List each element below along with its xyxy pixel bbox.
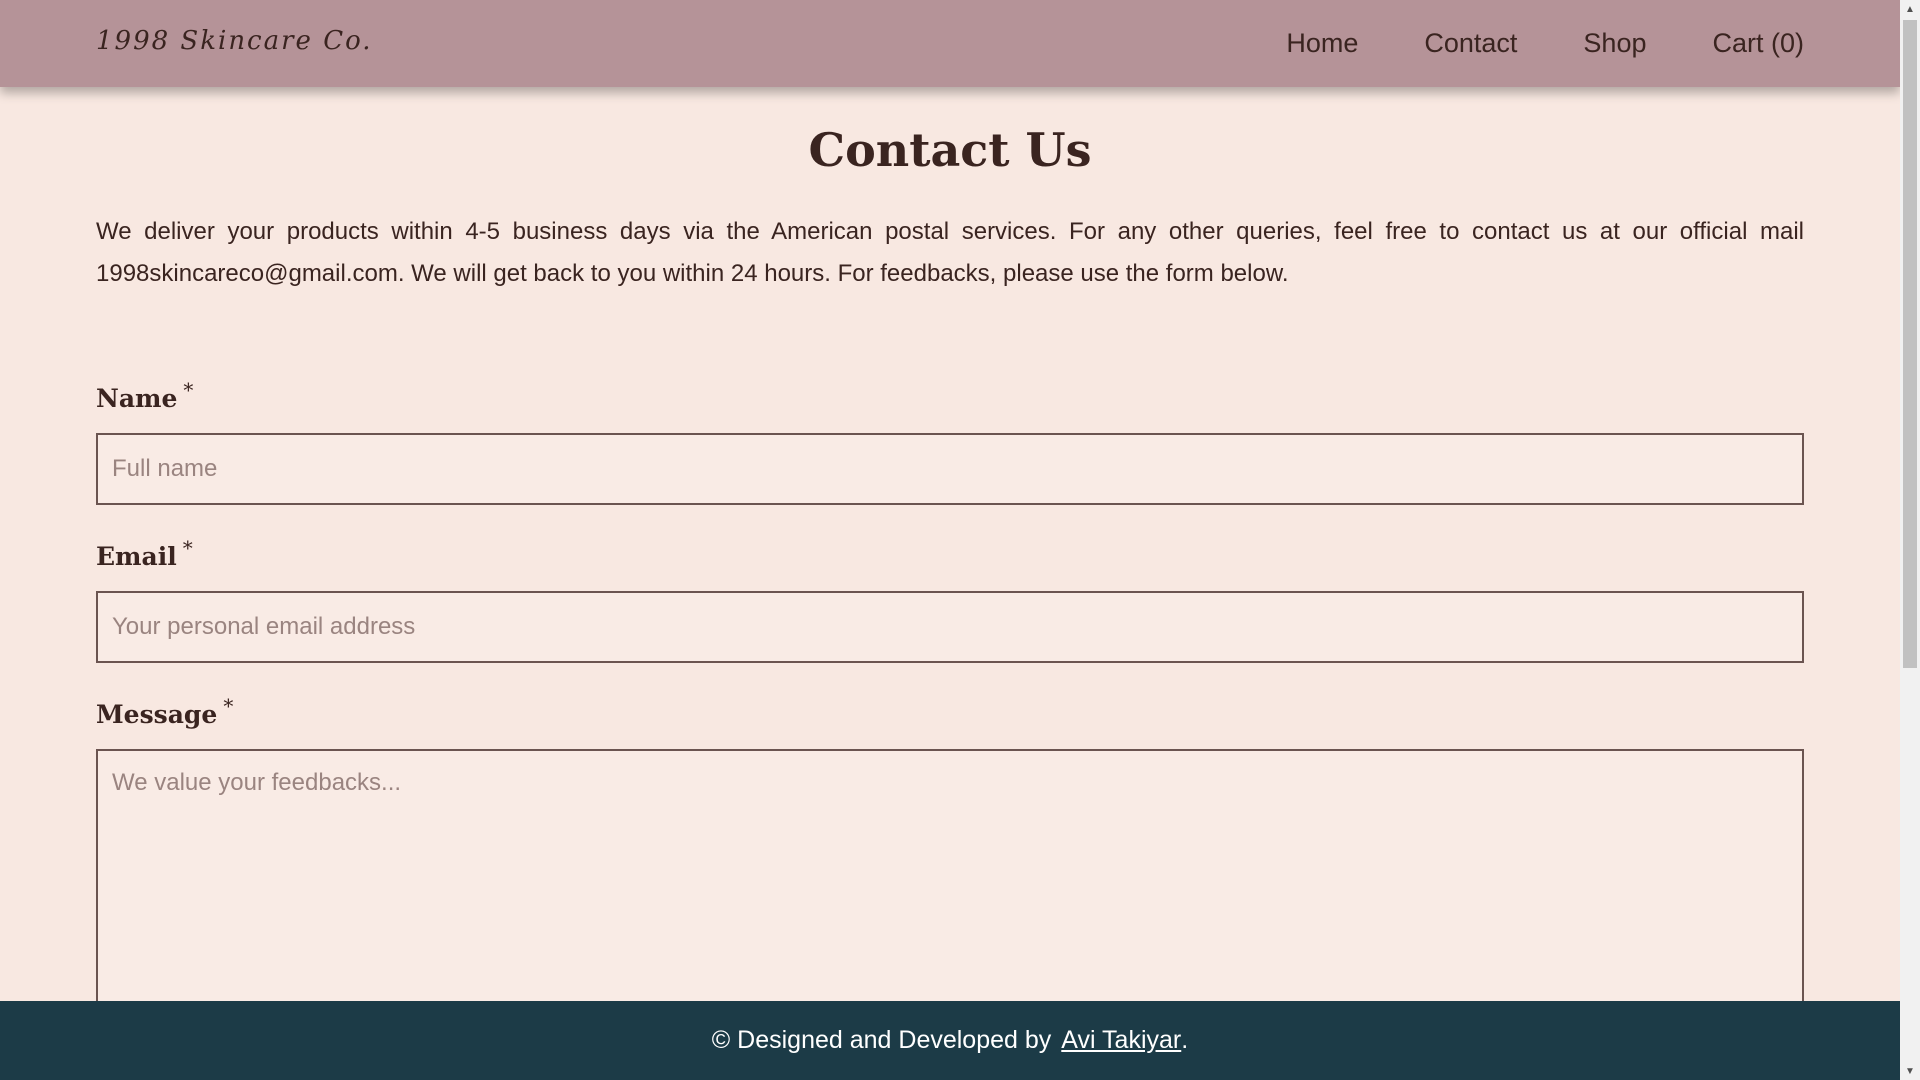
scrollbar-thumb[interactable] bbox=[1903, 20, 1917, 668]
name-label-text: Name bbox=[96, 384, 178, 413]
message-label: Message * bbox=[96, 694, 233, 729]
name-input[interactable] bbox=[96, 433, 1804, 505]
footer-credit-text: © Designed and Developed by bbox=[711, 1026, 1052, 1054]
email-label: Email * bbox=[96, 536, 193, 571]
site-header: 1998 Skincare Co. Home Contact Shop Cart… bbox=[0, 0, 1900, 87]
nav-cart-link[interactable]: Cart (0) bbox=[1712, 28, 1804, 59]
main-nav: Home Contact Shop Cart (0) bbox=[1286, 0, 1804, 87]
required-marker: * bbox=[183, 378, 194, 402]
nav-shop-link[interactable]: Shop bbox=[1583, 28, 1646, 59]
email-input[interactable] bbox=[96, 591, 1804, 663]
message-label-text: Message bbox=[96, 700, 218, 729]
vertical-scrollbar[interactable]: ▲ ▼ bbox=[1900, 0, 1920, 1080]
nav-home-link[interactable]: Home bbox=[1286, 28, 1358, 59]
page-title: Contact Us bbox=[808, 123, 1092, 177]
footer-period: . bbox=[1181, 1026, 1189, 1054]
name-label: Name * bbox=[96, 378, 193, 413]
site-logo[interactable]: 1998 Skincare Co. bbox=[96, 26, 373, 56]
required-marker: * bbox=[182, 536, 193, 560]
footer-author-link[interactable]: Avi Takiyar bbox=[1061, 1026, 1181, 1055]
scroll-up-arrow-icon[interactable]: ▲ bbox=[1900, 0, 1920, 18]
intro-paragraph: We deliver your products within 4-5 busi… bbox=[96, 218, 1804, 287]
required-marker: * bbox=[223, 694, 234, 718]
main-content: Contact Us We deliver your products with… bbox=[96, 87, 1804, 1049]
email-label-text: Email bbox=[96, 542, 177, 571]
scroll-down-arrow-icon[interactable]: ▼ bbox=[1900, 1062, 1920, 1080]
site-footer: © Designed and Developed by Avi Takiyar … bbox=[0, 1001, 1900, 1080]
nav-contact-link[interactable]: Contact bbox=[1424, 28, 1517, 59]
